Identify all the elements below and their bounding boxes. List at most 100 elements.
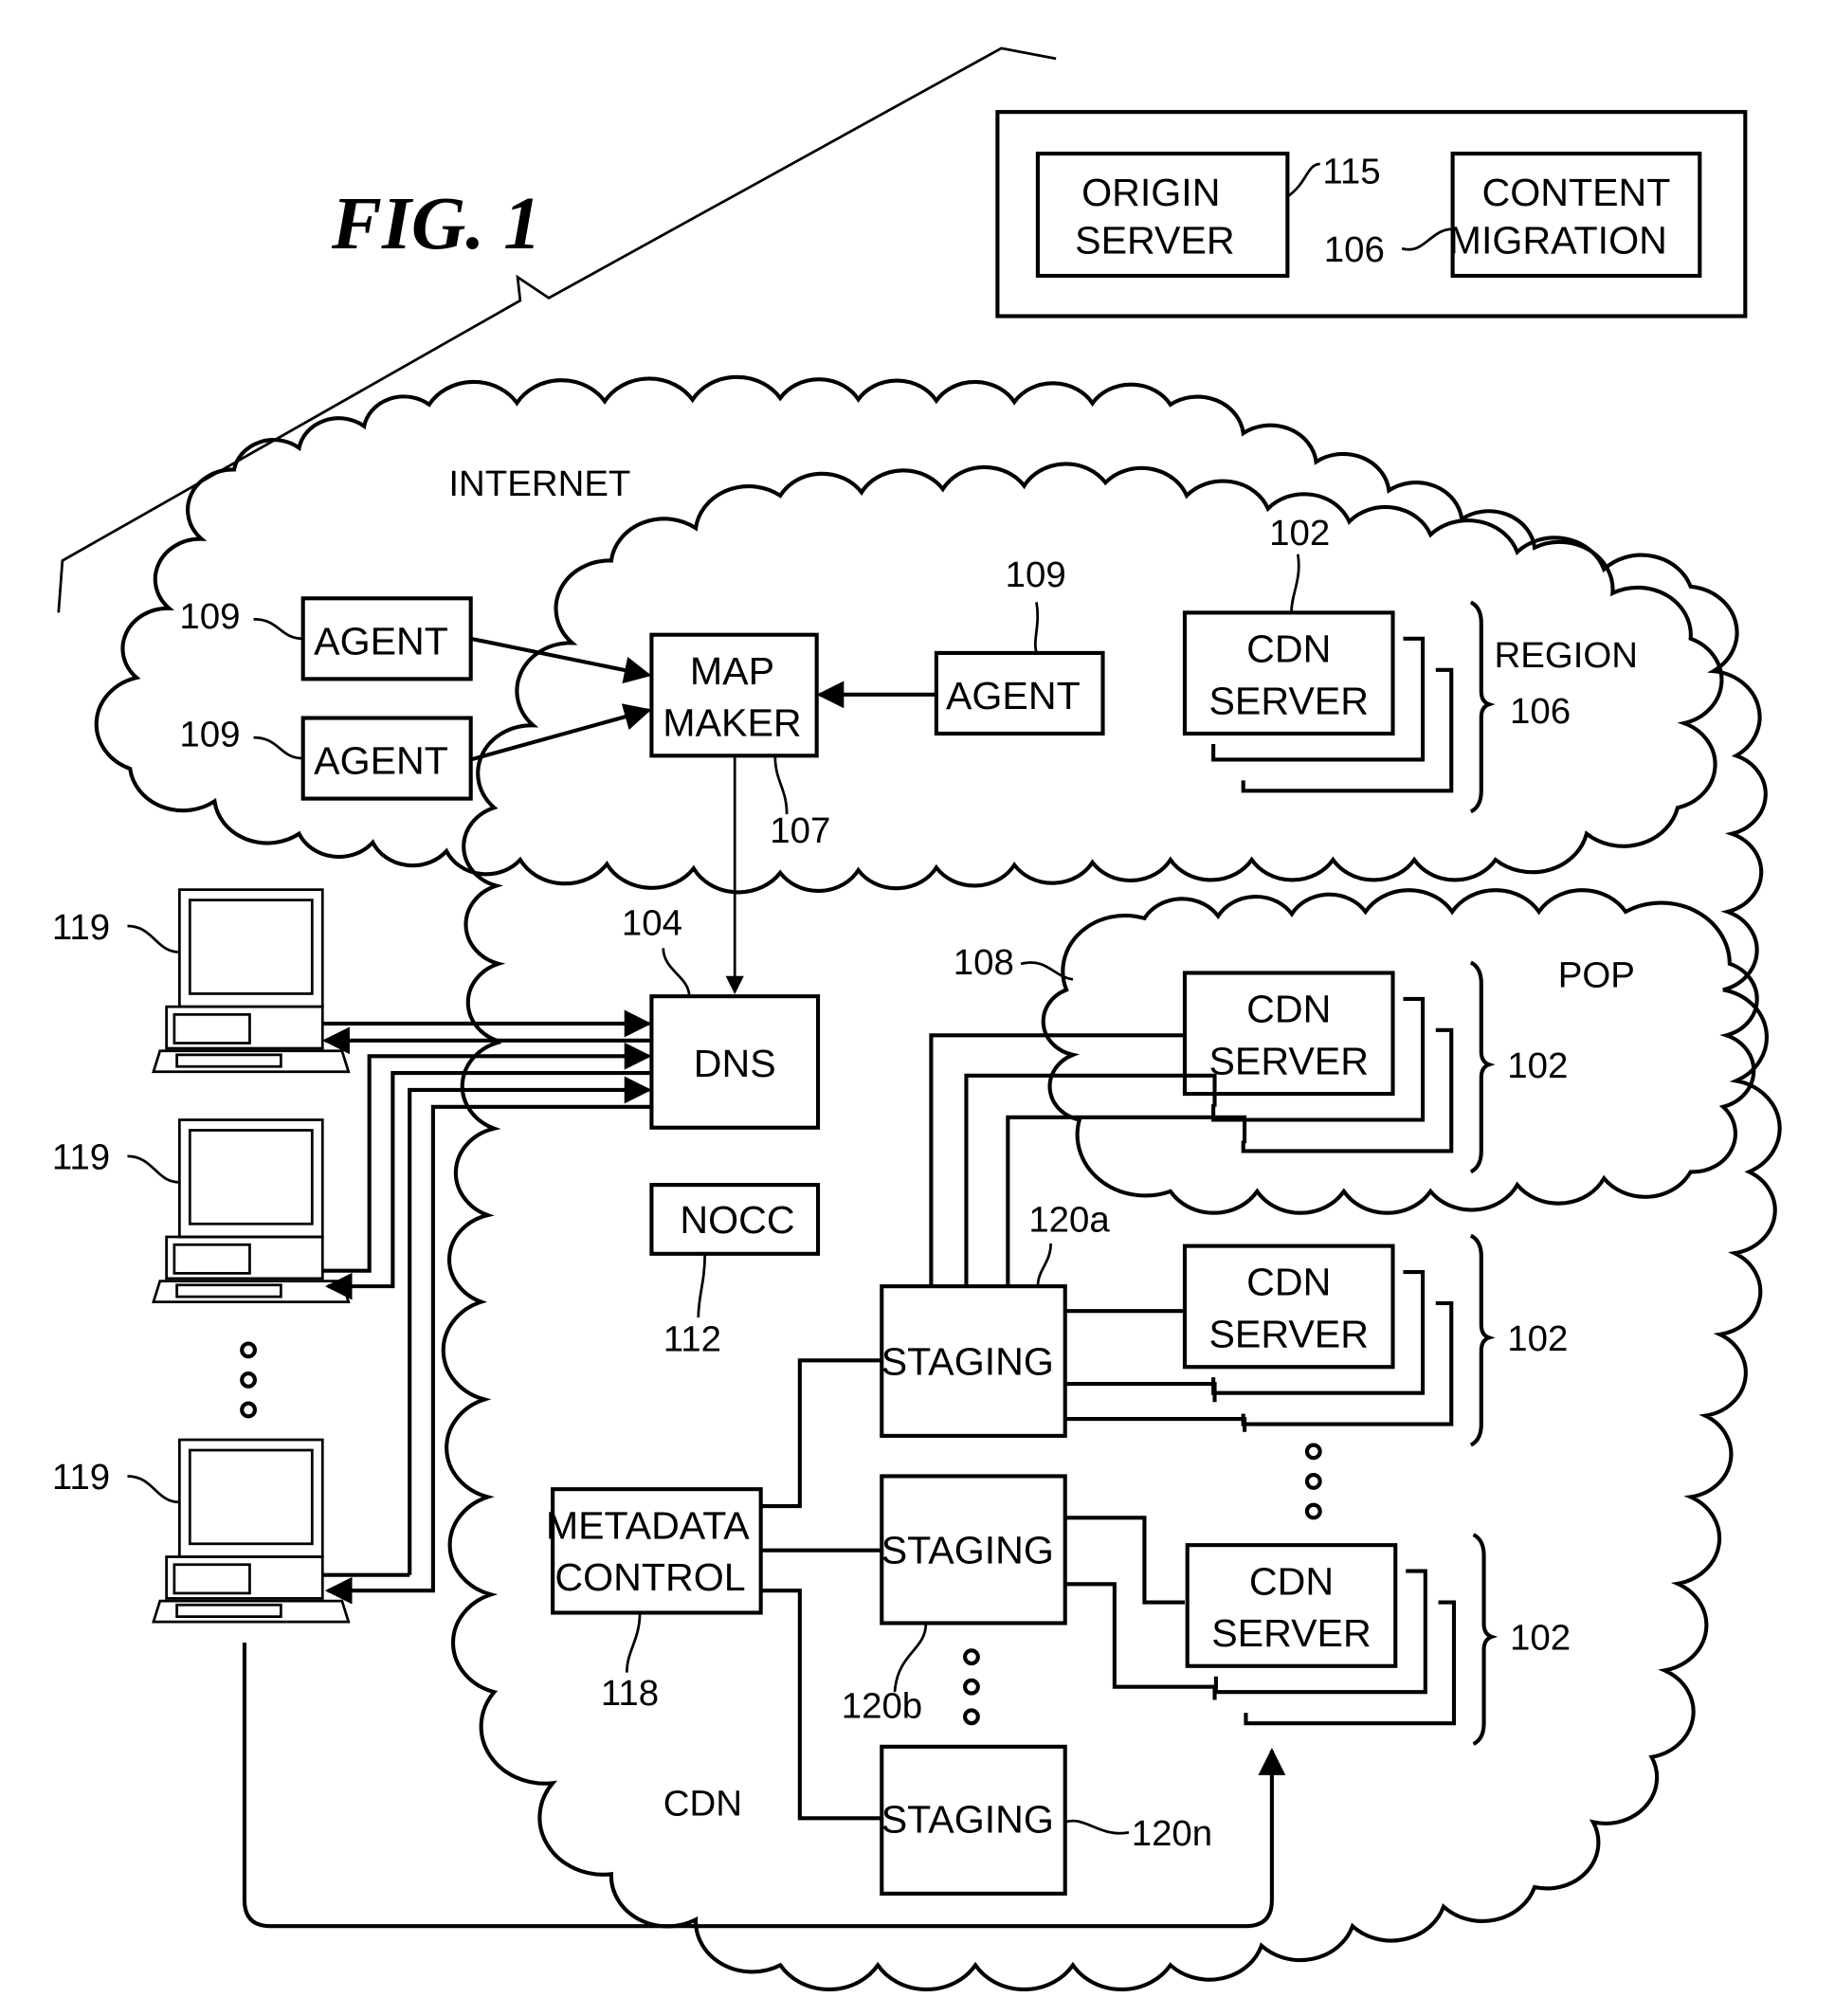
- client-computer-3[interactable]: 119: [52, 1438, 351, 1624]
- staging-label-a: STAGING: [881, 1339, 1054, 1383]
- cdn-server-ref-leader: [1290, 554, 1300, 613]
- staging-a-to-pop-server-1: [929, 1033, 1185, 1287]
- figure-title: FIG. 1: [331, 182, 541, 265]
- more-servers-ellipsis: [1304, 1443, 1322, 1520]
- nocc-ref-leader: [697, 1253, 707, 1318]
- cdn-label: CDN: [663, 1784, 742, 1825]
- figure-bracket-line: [57, 46, 1057, 613]
- staging-ref-n: 120n: [1132, 1813, 1212, 1854]
- agent-label-2: AGENT: [314, 739, 448, 783]
- keyboard-keys: [175, 1283, 282, 1299]
- nocc-ref: 112: [663, 1319, 721, 1360]
- staging-a-to-pop-server-2: [964, 1073, 1217, 1287]
- staging-a-to-server-3: [1064, 1417, 1247, 1432]
- pop-label: POP: [1558, 955, 1635, 996]
- monitor-screen: [188, 1448, 314, 1546]
- drive-bay: [173, 1012, 251, 1044]
- cdn-server-label-2: SERVER: [1208, 1313, 1369, 1356]
- cdn-server-label-2: SERVER: [1208, 1039, 1369, 1082]
- drive-bay: [173, 1243, 251, 1275]
- cdn-server-ref: 102: [1269, 513, 1330, 554]
- cdn-server-stack-3: CDN SERVER 102: [1182, 1233, 1568, 1447]
- metadata-label-2: CONTROL: [554, 1555, 745, 1599]
- content-migration-label-2: MIGRATION: [1449, 219, 1667, 263]
- dns-ref-leader: [662, 948, 691, 997]
- map-maker-label-2: MAKER: [663, 701, 801, 745]
- cdn-server-stack-4: CDN SERVER 102: [1185, 1533, 1571, 1746]
- staging-b-to-server-1: [1064, 1516, 1185, 1605]
- cdn-architecture-diagram: FIG. 1 ORIGIN SERVER 115 CONTENT MIGRATI…: [52, 46, 1782, 1991]
- client-computer-2[interactable]: 119: [52, 1118, 351, 1303]
- metadata-label-1: METADATA: [546, 1503, 750, 1547]
- keyboard-keys: [175, 1603, 282, 1619]
- cdn-server-label-2: SERVER: [1208, 679, 1369, 722]
- internet-label: INTERNET: [448, 463, 630, 504]
- server-group-brace: [1469, 1233, 1496, 1447]
- map-maker-ref: 107: [770, 810, 830, 851]
- staging-a-to-server-2: [1064, 1381, 1217, 1403]
- drive-bay: [173, 1563, 251, 1595]
- monitor-screen: [188, 1129, 314, 1226]
- monitor-icon: [177, 1438, 324, 1558]
- client-ref-leader: [127, 924, 180, 954]
- agent-ref-3: 109: [1006, 554, 1066, 595]
- agent-ref-leader-2: [253, 736, 303, 760]
- map-maker-ref-leader: [773, 755, 789, 815]
- server-group-brace: [1469, 960, 1496, 1174]
- region-label: REGION: [1495, 635, 1639, 676]
- dns-ref: 104: [622, 903, 682, 944]
- client-ref-leader: [127, 1475, 180, 1504]
- cdn-server-group-ref: 102: [1507, 1318, 1568, 1359]
- metadata-ref: 118: [601, 1673, 659, 1714]
- staging-ref-leader-a: [1036, 1243, 1053, 1287]
- content-migration-label-1: CONTENT: [1481, 171, 1670, 214]
- origin-server-label-1: ORIGIN: [1081, 171, 1220, 214]
- origin-server-label-2: SERVER: [1075, 219, 1235, 263]
- client-computer-1[interactable]: 119: [52, 888, 351, 1074]
- cdn-server-group-ref: 102: [1510, 1618, 1571, 1659]
- dns-label: DNS: [694, 1042, 776, 1085]
- staging-ref-b: 120b: [842, 1686, 922, 1727]
- agent-label-3: AGENT: [946, 674, 1081, 717]
- map-maker-label-1: MAP: [690, 649, 774, 693]
- agent-ref-leader-3: [1034, 602, 1040, 654]
- staging-label-b: STAGING: [881, 1528, 1054, 1571]
- client-ref: 119: [52, 1137, 110, 1178]
- cdn-server-label-1: CDN: [1246, 627, 1331, 671]
- agent-ref-leader-1: [253, 617, 303, 641]
- more-clients-ellipsis: [240, 1341, 257, 1419]
- cdn-server-label-1: CDN: [1246, 1261, 1331, 1304]
- metadata-to-staging-a: [760, 1358, 882, 1509]
- staging-label-n: STAGING: [881, 1797, 1054, 1841]
- pop-ref: 108: [954, 942, 1014, 983]
- staging-ref-leader-b: [893, 1623, 928, 1693]
- nocc-label: NOCC: [680, 1198, 794, 1242]
- metadata-ref-leader: [625, 1612, 642, 1673]
- cdn-server-group-ref: 102: [1507, 1045, 1568, 1086]
- origin-server-ref: 115: [1322, 152, 1380, 192]
- client-ref: 119: [52, 907, 110, 948]
- server-group-brace: [1469, 600, 1496, 814]
- more-staging-ellipsis: [963, 1648, 980, 1726]
- pop-cloud: [1041, 888, 1759, 1215]
- cdn-server-stack-1: CDN SERVER REGION 106 102: [1182, 513, 1639, 814]
- agent-label-1: AGENT: [314, 619, 448, 663]
- monitor-icon: [177, 1118, 324, 1239]
- cdn-server-stack-2: CDN SERVER 102: [1182, 960, 1568, 1174]
- cdn-server-label-1: CDN: [1246, 988, 1331, 1031]
- client-ref-leader: [127, 1154, 180, 1184]
- server-group-brace: [1472, 1533, 1499, 1746]
- staging-ref-a: 120a: [1028, 1199, 1110, 1240]
- agent-ref-2: 109: [179, 715, 240, 755]
- monitor-icon: [177, 888, 324, 1008]
- agent-ref-1: 109: [179, 596, 240, 637]
- cdn-server-label-1: CDN: [1249, 1559, 1334, 1603]
- staging-ref-leader-n: [1064, 1819, 1130, 1835]
- cdn-server-label-2: SERVER: [1211, 1611, 1372, 1655]
- cdn-cloud: [441, 462, 1782, 1991]
- content-migration-ref: 106: [1324, 229, 1385, 270]
- region-ref: 106: [1510, 691, 1571, 732]
- keyboard-keys: [175, 1053, 282, 1068]
- monitor-screen: [188, 899, 314, 995]
- client-ref: 119: [52, 1457, 110, 1498]
